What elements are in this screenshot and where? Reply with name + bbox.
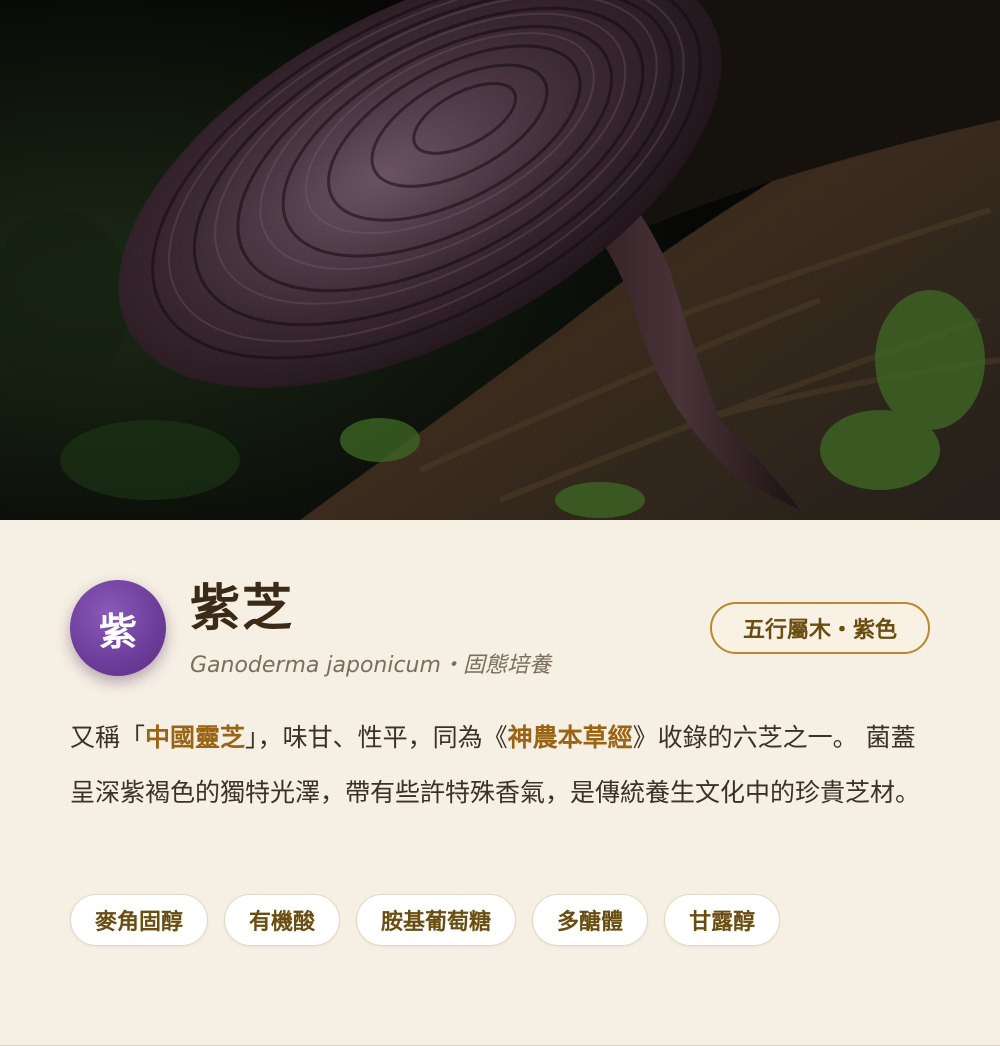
desc-highlight-alias: 中國靈芝 bbox=[145, 723, 246, 752]
mushroom-photo bbox=[0, 0, 1000, 520]
desc-text-1: 又稱 bbox=[70, 723, 121, 752]
species-avatar: 紫 bbox=[70, 580, 166, 676]
description: 又稱「中國靈芝」，味甘、性平，同為《神農本草經》收錄的六芝之一。 菌蓋呈深紫褐色… bbox=[70, 710, 940, 820]
tag-mannitol[interactable]: 甘露醇 bbox=[664, 894, 781, 946]
tag-glucosamine[interactable]: 胺基葡萄糖 bbox=[356, 894, 517, 946]
element-badge: 五行屬木・紫色 bbox=[710, 602, 930, 654]
compound-tags: 麥角固醇 有機酸 胺基葡萄糖 多醣體 甘露醇 bbox=[70, 894, 781, 946]
tag-polysaccharide[interactable]: 多醣體 bbox=[532, 894, 649, 946]
species-subtitle: Ganoderma japonicum・固態培養 bbox=[190, 652, 551, 680]
desc-book-open: 《 bbox=[482, 723, 508, 752]
latin-name: Ganoderma japonicum bbox=[190, 653, 441, 678]
desc-text-2: ，味甘、性平，同為 bbox=[257, 723, 483, 752]
species-card: 紫 紫芝 Ganoderma japonicum・固態培養 五行屬木・紫色 又稱… bbox=[0, 0, 1000, 1046]
hero-image bbox=[0, 0, 1000, 520]
subtitle-separator: ・ bbox=[440, 653, 463, 678]
desc-quote-open: 「 bbox=[120, 723, 146, 752]
info-panel: 紫 紫芝 Ganoderma japonicum・固態培養 五行屬木・紫色 又稱… bbox=[0, 520, 1000, 1046]
species-name: 紫芝 bbox=[190, 579, 294, 637]
desc-quote-close: 」 bbox=[245, 723, 258, 752]
desc-highlight-book: 神農本草經 bbox=[507, 723, 633, 752]
tag-ergosterol[interactable]: 麥角固醇 bbox=[70, 894, 209, 946]
cultivation-method: 固態培養 bbox=[462, 653, 551, 678]
desc-book-close: 》 bbox=[632, 723, 658, 752]
tag-organic-acid[interactable]: 有機酸 bbox=[224, 894, 341, 946]
avatar-char: 紫 bbox=[98, 609, 137, 654]
